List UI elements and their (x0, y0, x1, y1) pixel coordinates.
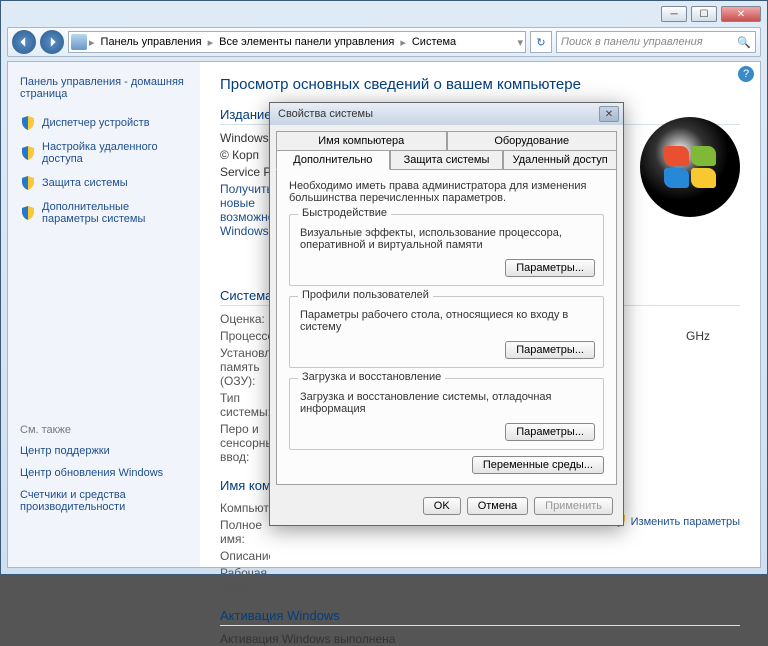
see-also-link[interactable]: Счетчики и средства производительности (20, 484, 188, 518)
rating-label: Оценка: (220, 312, 270, 326)
sidebar-item-protection[interactable]: Защита системы (20, 170, 188, 196)
chevron-right-icon[interactable]: ▸ (208, 36, 214, 49)
system-properties-dialog: Свойства системы ✕ Имя компьютера Оборуд… (269, 102, 624, 526)
see-also-header: См. также (20, 420, 188, 440)
breadcrumb[interactable]: ▸ Панель управления ▸ Все элементы панел… (68, 31, 526, 53)
shield-icon (20, 175, 36, 191)
shield-icon (20, 115, 36, 131)
tab-computer-name[interactable]: Имя компьютера (276, 131, 447, 151)
performance-group: Быстродействие Визуальные эффекты, испол… (289, 214, 604, 286)
chevron-right-icon[interactable]: ▸ (89, 36, 95, 49)
search-placeholder: Поиск в панели управления (561, 36, 703, 48)
breadcrumb-item[interactable]: Система (408, 36, 460, 48)
group-desc: Визуальные эффекты, использование процес… (300, 227, 593, 251)
search-input[interactable]: Поиск в панели управления 🔍 (556, 31, 756, 53)
sidebar-item-label: Настройка удаленного доступа (42, 141, 188, 165)
pen-label: Перо и сенсорный ввод: (220, 422, 270, 464)
performance-settings-button[interactable]: Параметры... (505, 259, 595, 277)
proc-value: GHz (686, 329, 710, 343)
group-title: Загрузка и восстановление (298, 371, 445, 383)
wg-label: Рабочая группа: (220, 566, 280, 594)
tab-hardware[interactable]: Оборудование (447, 131, 618, 151)
shield-icon (20, 145, 36, 161)
home-link[interactable]: Панель управления - домашняя страница (20, 70, 188, 110)
windows-logo (640, 117, 740, 217)
chevron-right-icon[interactable]: ▸ (400, 36, 406, 49)
startup-settings-button[interactable]: Параметры... (505, 423, 595, 441)
group-desc: Параметры рабочего стола, относящиеся ко… (300, 309, 593, 333)
service-pack: Service P (220, 165, 271, 179)
group-title: Быстродействие (298, 207, 391, 219)
sidebar-item-label: Защита системы (42, 177, 128, 189)
close-button[interactable]: ✕ (721, 6, 761, 22)
profiles-group: Профили пользователей Параметры рабочего… (289, 296, 604, 368)
dialog-titlebar[interactable]: Свойства системы ✕ (270, 103, 623, 125)
shield-icon (20, 205, 36, 221)
group-title: Профили пользователей (298, 289, 433, 301)
full-label: Полное имя: (220, 518, 270, 546)
tab-protection[interactable]: Защита системы (390, 150, 504, 170)
tab-remote[interactable]: Удаленный доступ (503, 150, 617, 170)
control-panel-icon (71, 34, 87, 50)
type-label: Тип системы: (220, 391, 270, 419)
sidebar-item-advanced[interactable]: Дополнительные параметры системы (20, 196, 188, 230)
sidebar-item-label: Дополнительные параметры системы (42, 201, 188, 225)
group-desc: Загрузка и восстановление системы, отлад… (300, 391, 593, 415)
sidebar-item-label: Диспетчер устройств (42, 117, 150, 129)
change-settings-link[interactable]: Изменить параметры (611, 512, 740, 531)
env-vars-button[interactable]: Переменные среды... (472, 456, 604, 474)
admin-note: Необходимо иметь права администратора дл… (289, 180, 604, 204)
back-button[interactable] (12, 30, 36, 54)
apply-button[interactable]: Применить (534, 497, 613, 515)
dialog-close-button[interactable]: ✕ (599, 106, 619, 122)
minimize-button[interactable]: ─ (661, 6, 687, 22)
see-also-link[interactable]: Центр обновления Windows (20, 462, 188, 484)
tab-advanced[interactable]: Дополнительно (276, 150, 390, 170)
sidebar-item-remote[interactable]: Настройка удаленного доступа (20, 136, 188, 170)
breadcrumb-item[interactable]: Все элементы панели управления (215, 36, 398, 48)
search-icon[interactable]: 🔍 (737, 36, 751, 49)
page-title: Просмотр основных сведений о вашем компь… (220, 76, 740, 93)
breadcrumb-item[interactable]: Панель управления (97, 36, 206, 48)
see-also-link[interactable]: Центр поддержки (20, 440, 188, 462)
profiles-settings-button[interactable]: Параметры... (505, 341, 595, 359)
copyright: © Корп (220, 148, 259, 162)
proc-label: Процессор: (220, 329, 270, 343)
ok-button[interactable]: OK (423, 497, 461, 515)
comp-label: Компьютер: (220, 501, 270, 515)
activation-status: Активация Windows выполнена (220, 632, 395, 646)
help-button[interactable]: ? (738, 66, 754, 82)
sidebar-item-device-manager[interactable]: Диспетчер устройств (20, 110, 188, 136)
startup-group: Загрузка и восстановление Загрузка и вос… (289, 378, 604, 450)
maximize-button[interactable]: ☐ (691, 6, 717, 22)
chevron-down-icon[interactable]: ▾ (517, 36, 523, 49)
section-header: Активация Windows (220, 608, 740, 626)
refresh-button[interactable]: ↻ (530, 31, 552, 53)
dialog-title: Свойства системы (278, 108, 373, 120)
cancel-button[interactable]: Отмена (467, 497, 528, 515)
edition-value: Windows (220, 131, 269, 145)
desc-label: Описание: (220, 549, 270, 563)
forward-button[interactable] (40, 30, 64, 54)
